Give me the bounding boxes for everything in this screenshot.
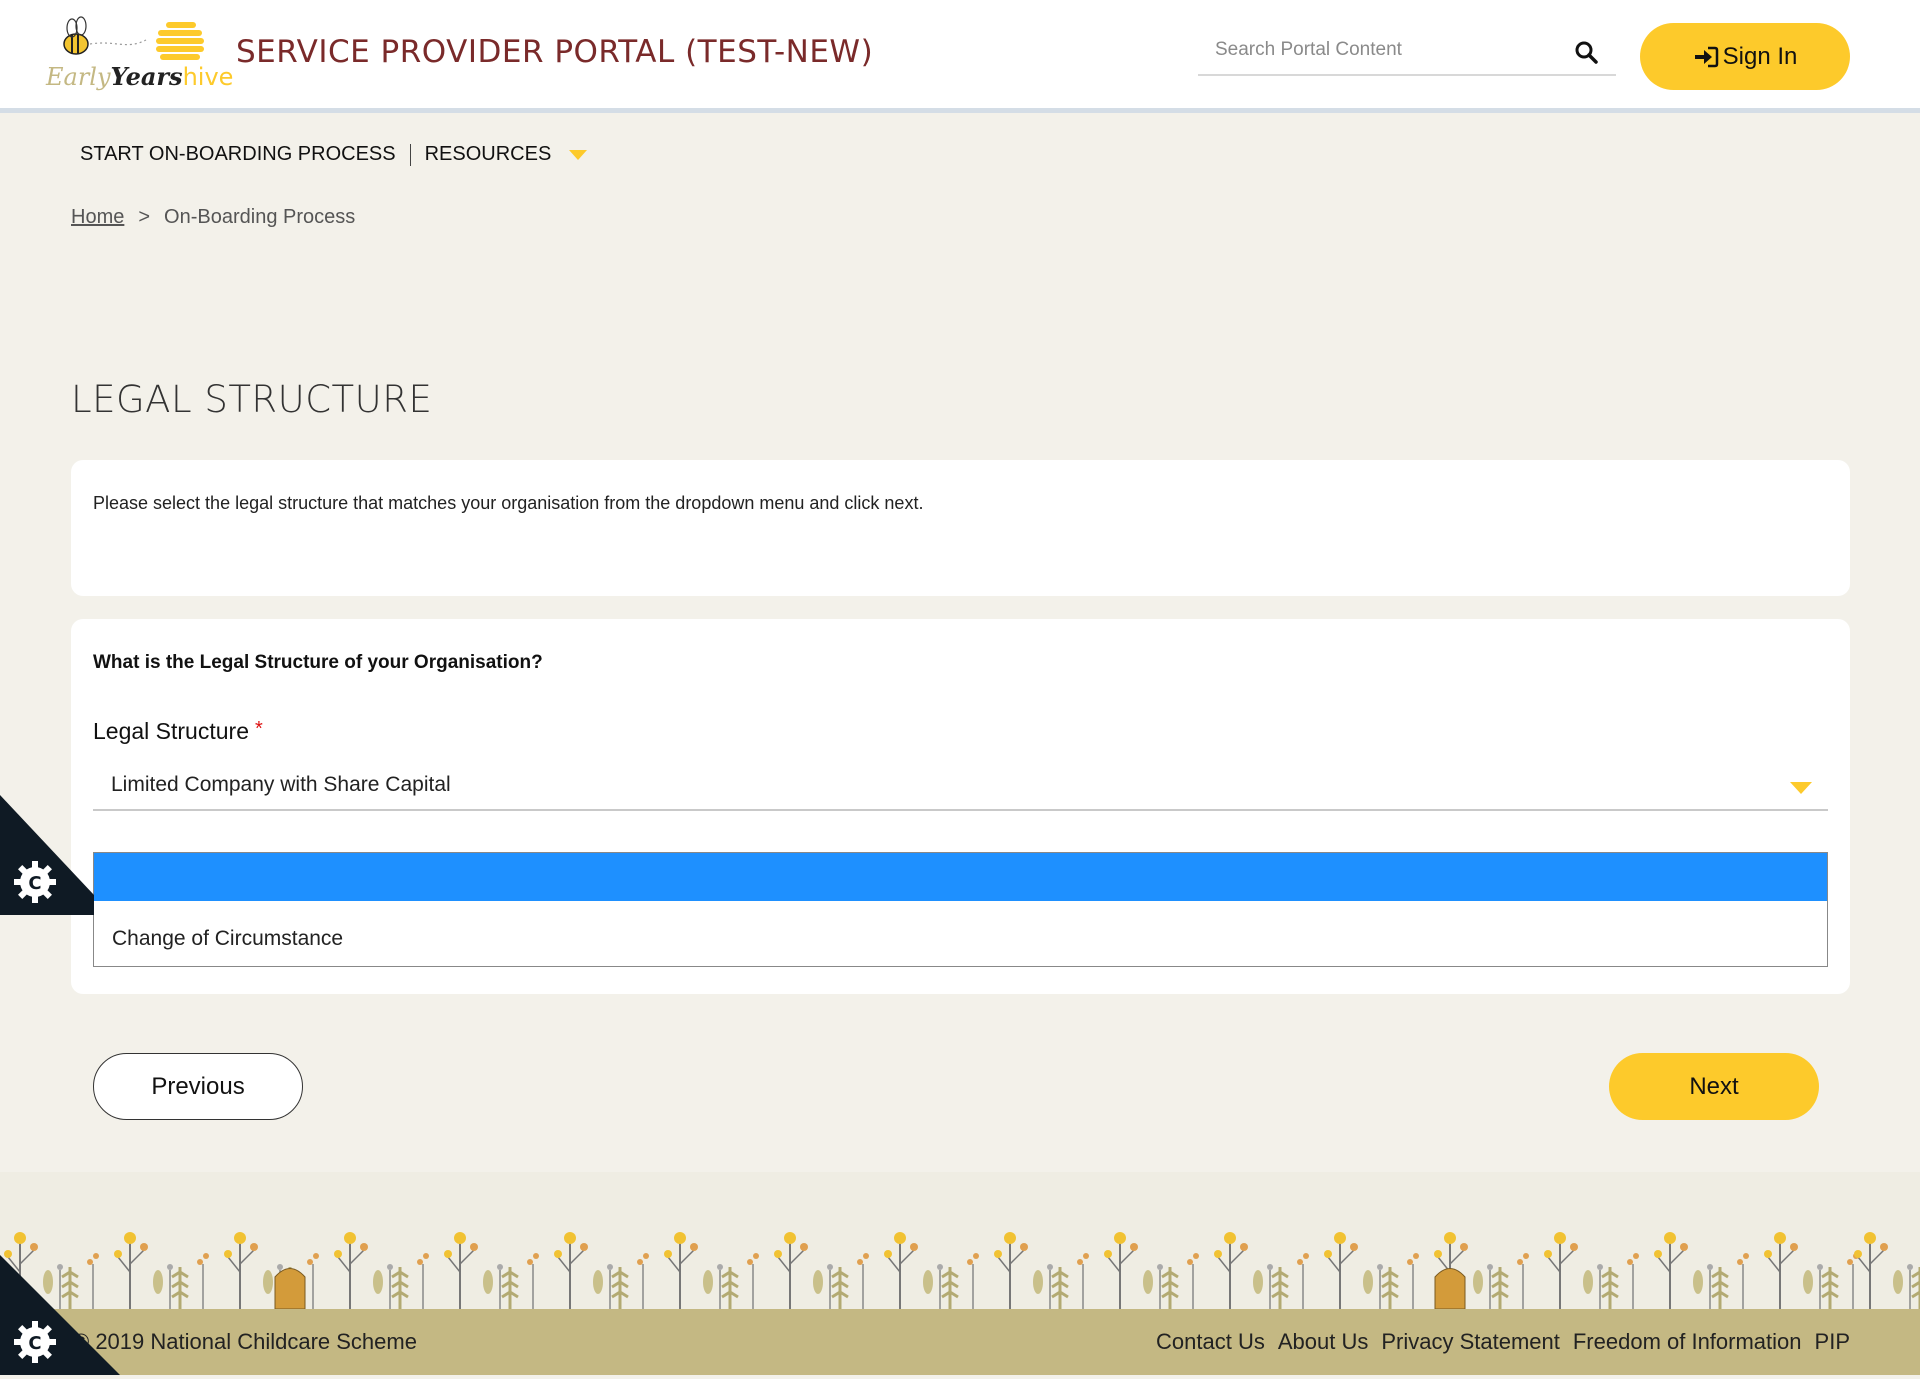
footer-link-freedom-of-information[interactable]: Freedom of Information [1573,1329,1802,1355]
legal-structure-selected-value: Limited Company with Share Capital [111,773,451,796]
sign-in-button[interactable]: Sign In [1640,23,1850,90]
footer-links: Contact Us About Us Privacy Statement Fr… [1156,1329,1850,1355]
logo-text-hive: hive [182,63,234,91]
cookie-settings-button-footer[interactable]: C [0,1255,120,1375]
legal-structure-card: What is the Legal Structure of your Orga… [71,619,1850,994]
cookie-settings-icon: C [0,1255,120,1375]
sign-in-label: Sign In [1722,42,1798,70]
nav-item-resources[interactable]: RESOURCES [425,143,587,166]
copyright-text: © 2019 National Childcare Scheme [73,1329,417,1354]
nav-item-resources-label: RESOURCES [424,143,552,165]
header: EarlyYearshive SERVICE PROVIDER PORTAL (… [0,0,1920,113]
logo[interactable]: EarlyYearshive [46,10,236,102]
dropdown-option-change-of-circumstance[interactable]: Change of Circumstance [112,927,343,951]
site-title: SERVICE PROVIDER PORTAL (TEST-NEW) [236,34,874,70]
cookie-settings-button[interactable]: C [0,795,120,915]
search-bar [1198,30,1616,76]
cookie-settings-icon: C [0,795,94,915]
next-button[interactable]: Next [1609,1053,1819,1120]
previous-button[interactable]: Previous [93,1053,303,1120]
svg-text:C: C [28,1333,41,1354]
chevron-down-icon [568,149,587,160]
search-input[interactable] [1198,30,1558,70]
logo-text-early: Early [46,63,111,91]
logo-text-years: Years [110,62,183,91]
breadcrumb-home-link[interactable]: Home [71,206,124,229]
footer-link-pip[interactable]: PIP [1815,1329,1850,1355]
footer-link-contact-us[interactable]: Contact Us [1156,1329,1265,1355]
chevron-down-icon [1790,782,1812,794]
footer-decoration [0,1172,1920,1309]
page-title: LEGAL STRUCTURE [71,378,433,421]
breadcrumb-separator: > [138,206,151,228]
dropdown-list: Change of Circumstance [93,852,1828,967]
legal-structure-label-text: Legal Structure [93,718,249,744]
dropdown-option-empty[interactable] [94,853,1827,901]
required-marker: * [254,718,263,740]
legal-structure-select[interactable]: Limited Company with Share Capital [93,761,1828,811]
instructions-text: Please select the legal structure that m… [93,493,924,513]
question-heading: What is the Legal Structure of your Orga… [93,652,543,673]
svg-text:C: C [28,873,41,894]
flowers-illustration [2,1230,1920,1309]
search-icon [1575,41,1598,64]
search-button[interactable] [1566,32,1606,72]
footer-link-about-us[interactable]: About Us [1278,1329,1369,1355]
instructions-card: Please select the legal structure that m… [71,460,1850,596]
footer: © 2019 National Childcare Scheme Contact… [0,1309,1920,1375]
breadcrumb-current: On-Boarding Process [164,206,356,228]
sign-in-icon [1694,46,1718,67]
footer-link-privacy-statement[interactable]: Privacy Statement [1381,1329,1560,1355]
nav-item-start-onboarding[interactable]: START ON-BOARDING PROCESS [80,143,396,166]
main-nav: START ON-BOARDING PROCESS RESOURCES [80,143,587,166]
nav-divider [409,143,411,166]
legal-structure-label: Legal Structure * [93,718,263,745]
breadcrumb: Home > On-Boarding Process [71,206,355,229]
